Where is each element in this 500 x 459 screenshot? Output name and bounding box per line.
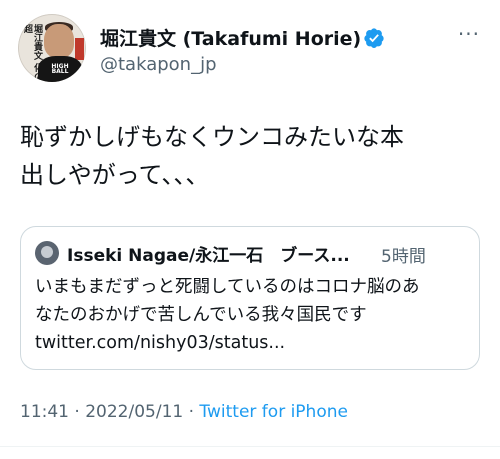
tweet-date[interactable]: 2022/05/11 bbox=[85, 402, 183, 422]
quoted-text-line: いまもまだずっと死闘しているのはコロナ脳のあ bbox=[35, 277, 420, 297]
tweet-text: 恥ずかしげもなくウンコみたいな本 出しやがって、、、 bbox=[20, 118, 482, 194]
meta-separator: · bbox=[183, 402, 200, 422]
quoted-tweet-card[interactable]: Isseki Nagae/永江一石 ブース... 5時間 いまもまだずっと死闘し… bbox=[20, 226, 480, 370]
quoted-link-text: twitter.com/nishy03/status... bbox=[35, 333, 286, 353]
tweet-time[interactable]: 11:41 bbox=[20, 402, 69, 422]
tweet-source-link[interactable]: Twitter for iPhone bbox=[199, 402, 348, 422]
more-dots-icon[interactable]: ··· bbox=[458, 22, 480, 46]
quoted-tweet-text: いまもまだずっと死闘しているのはコロナ脳のあ なたのおかげで苦しんでいる我々国民… bbox=[35, 273, 475, 357]
tweet-header: 堀江貴文 化の超 HIGH BALL 堀江貴文 (Takafumi Horie)… bbox=[18, 14, 488, 84]
quoted-avatar-face bbox=[41, 246, 53, 258]
verified-badge-icon bbox=[364, 28, 384, 48]
author-avatar[interactable]: 堀江貴文 化の超 HIGH BALL bbox=[18, 14, 86, 82]
author-display-name[interactable]: 堀江貴文 (Takafumi Horie) bbox=[100, 24, 361, 51]
quoted-tweet-time[interactable]: 5時間 bbox=[381, 242, 426, 267]
author-handle[interactable]: @takapon_jp bbox=[100, 54, 217, 75]
avatar-shirt-text: HIGH BALL bbox=[51, 63, 69, 75]
quoted-author-avatar[interactable] bbox=[35, 241, 59, 265]
avatar-face bbox=[44, 24, 74, 58]
quoted-author-name[interactable]: Isseki Nagae/永江一石 ブース... bbox=[67, 241, 350, 266]
meta-separator: · bbox=[69, 402, 86, 422]
tweet-text-line: 出しやがって、、、 bbox=[20, 161, 210, 189]
bottom-divider bbox=[0, 446, 500, 447]
quoted-text-line: なたのおかげで苦しんでいる我々国民です bbox=[35, 305, 367, 325]
avatar-red-band bbox=[75, 38, 84, 60]
tweet-meta: 11:41 · 2022/05/11 · Twitter for iPhone bbox=[20, 402, 348, 422]
tweet-text-line: 恥ずかしげもなくウンコみたいな本 bbox=[20, 123, 404, 151]
